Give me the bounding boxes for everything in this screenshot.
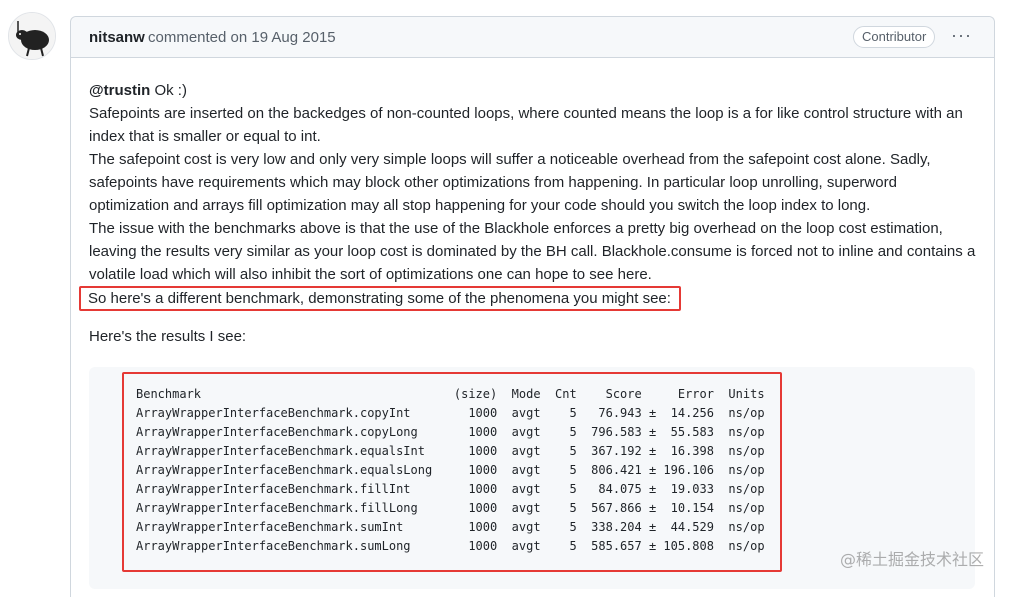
greeting-line: @trustin Ok :) <box>89 79 979 102</box>
paragraph: The issue with the benchmarks above is t… <box>89 220 976 283</box>
code-line: ArrayWrapperInterfaceBenchmark.equalsLon… <box>136 463 765 477</box>
code-line: ArrayWrapperInterfaceBenchmark.sumInt 10… <box>136 520 765 534</box>
comment-card: nitsanw commented on 19 Aug 2015 Contrib… <box>70 16 995 597</box>
code-line: ArrayWrapperInterfaceBenchmark.copyInt 1… <box>136 406 765 420</box>
user-mention[interactable]: @trustin <box>89 82 150 99</box>
comment-timestamp[interactable]: commented on 19 Aug 2015 <box>148 29 336 46</box>
code-line: ArrayWrapperInterfaceBenchmark.sumLong 1… <box>136 539 765 553</box>
benchmark-output: Benchmark (size) Mode Cnt Score Error Un… <box>136 385 765 556</box>
avatar-sheep-icon <box>9 13 55 59</box>
comment-body: @trustin Ok :) Safepoints are inserted o… <box>79 79 979 311</box>
comment-header: nitsanw commented on 19 Aug 2015 Contrib… <box>71 17 994 58</box>
paragraph: Safepoints are inserted on the backedges… <box>89 105 963 145</box>
code-line: Benchmark (size) Mode Cnt Score Error Un… <box>136 387 765 401</box>
greeting-text: Ok :) <box>150 82 187 99</box>
contributor-badge: Contributor <box>853 26 936 48</box>
comment-author[interactable]: nitsanw <box>89 29 145 46</box>
code-line: ArrayWrapperInterfaceBenchmark.fillInt 1… <box>136 482 765 496</box>
highlighted-sentence: So here's a different benchmark, demonst… <box>79 286 681 311</box>
code-line: ArrayWrapperInterfaceBenchmark.equalsInt… <box>136 444 765 458</box>
code-line: ArrayWrapperInterfaceBenchmark.fillLong … <box>136 501 765 515</box>
results-label: Here's the results I see: <box>89 328 247 345</box>
highlighted-paragraph: So here's a different benchmark, demonst… <box>79 286 979 311</box>
avatar[interactable] <box>8 12 56 60</box>
more-options-icon[interactable]: ··· <box>951 25 972 46</box>
code-line: ArrayWrapperInterfaceBenchmark.copyLong … <box>136 425 765 439</box>
watermark: @稀土掘金技术社区 <box>840 550 985 569</box>
paragraph: The safepoint cost is very low and only … <box>89 151 931 214</box>
